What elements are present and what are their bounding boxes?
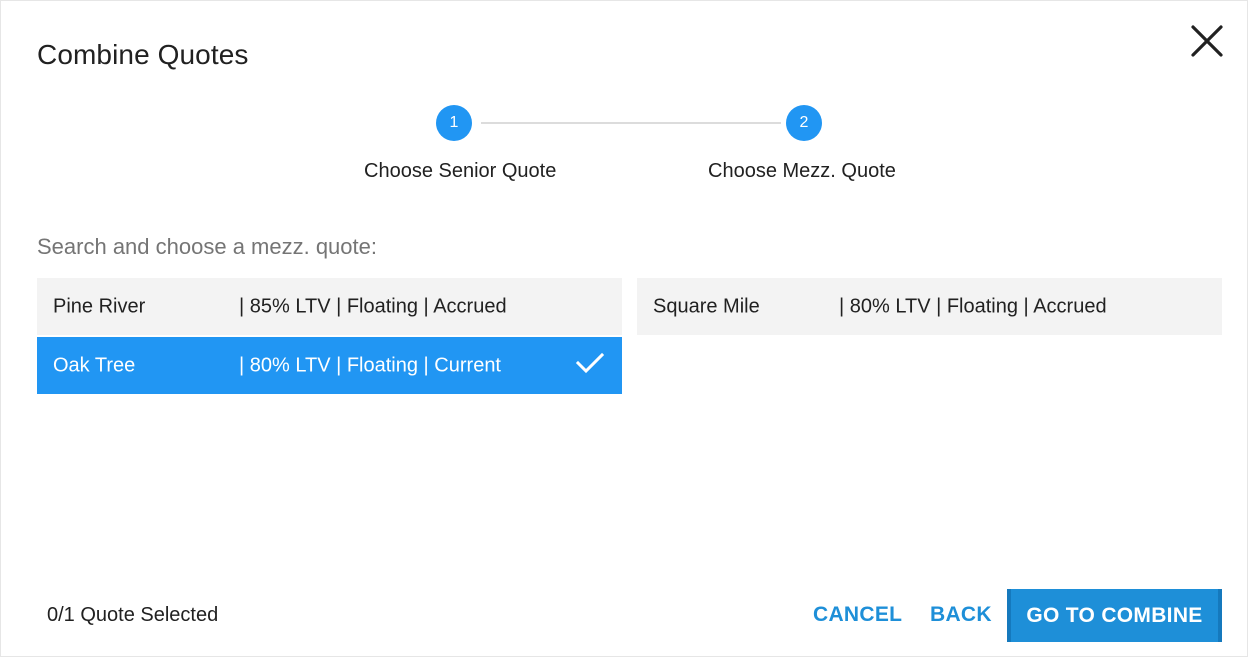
quote-name: Oak Tree [53, 354, 136, 376]
step-1-label: Choose Senior Quote [364, 160, 557, 182]
step-2-label: Choose Mezz. Quote [708, 160, 896, 182]
cancel-button[interactable]: CANCEL [813, 603, 902, 627]
quote-option-oak-tree[interactable]: Oak Tree | 80% LTV | Floating | Current [37, 337, 622, 394]
back-button[interactable]: BACK [930, 603, 992, 627]
combine-quotes-dialog: Combine Quotes 1 2 Choose Senior Quote C… [0, 0, 1248, 657]
go-to-combine-button[interactable]: GO TO COMBINE [1007, 589, 1222, 642]
quote-name: Square Mile [653, 295, 760, 317]
quote-name: Pine River [53, 295, 146, 317]
quote-option-pine-river[interactable]: Pine River | 85% LTV | Floating | Accrue… [37, 278, 622, 335]
quote-details: | 80% LTV | Floating | Accrued [839, 295, 1107, 317]
stepper: 1 2 Choose Senior Quote Choose Mezz. Quo… [1, 1, 1247, 201]
quote-details: | 80% LTV | Floating | Current [239, 354, 501, 376]
selected-count: 0/1 Quote Selected [47, 604, 219, 626]
search-prompt: Search and choose a mezz. quote: [37, 234, 377, 259]
quote-details: | 85% LTV | Floating | Accrued [239, 295, 507, 317]
step-1-indicator: 1 [436, 105, 472, 141]
stepper-connector [481, 122, 781, 124]
step-2-indicator: 2 [786, 105, 822, 141]
quote-option-square-mile[interactable]: Square Mile | 80% LTV | Floating | Accru… [637, 278, 1222, 335]
checkmark-icon [575, 352, 605, 380]
